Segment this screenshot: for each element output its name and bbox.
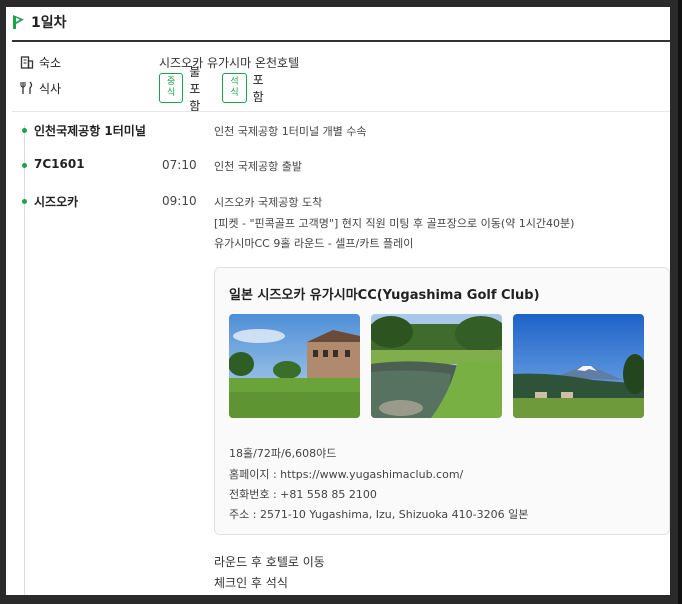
brand-logo-icon <box>13 15 24 29</box>
course-spec: 18홀/72파/6,608야드 <box>229 447 337 460</box>
lodging-label: 숙소 <box>39 55 62 70</box>
checkin-text: 체크인 후 석식 <box>214 576 288 590</box>
timeline-dot <box>22 199 27 204</box>
lunch-value: 불포함 <box>189 64 201 113</box>
utensils-icon <box>20 81 33 94</box>
after-round-text: 라운드 후 호텔로 이동 <box>214 555 325 569</box>
day-title: 1일차 <box>31 15 67 31</box>
step-place: 시즈오카 <box>34 195 79 209</box>
card-title: 일본 시즈오카 유가시마CC(Yugashima Golf Club) <box>229 288 540 303</box>
step-place: 7C1601 <box>34 157 85 171</box>
lunch-tag: 중식 <box>159 73 184 103</box>
phone-number: 전화번호 : +81 558 85 2100 <box>229 488 377 501</box>
meal-list: 중식 불포함 석식 포함 <box>159 63 280 114</box>
meal-label: 식사 <box>39 81 62 96</box>
day-header: 1일차 <box>12 11 67 33</box>
itinerary-panel: 1일차 숙소 시즈오카 유가시마 온천호텔 식사 중식 불포함 석식 포함 인천… <box>6 7 670 595</box>
timeline-dot <box>22 163 27 168</box>
step-time: 07:10 <box>162 158 197 172</box>
address: 주소 : 2571-10 Yugashima, Izu, Shizuoka 41… <box>229 508 529 521</box>
header-divider <box>12 40 670 42</box>
clubhouse-photo[interactable] <box>229 314 360 418</box>
timeline-line <box>24 125 25 595</box>
step-description: 인천 국제공항 출발 <box>214 160 302 173</box>
step-description: 유가시마CC 9홀 라운드 - 셀프/카트 플레이 <box>214 237 414 250</box>
step-description: 인천 국제공항 1터미널 개별 수속 <box>214 125 367 138</box>
dinner-value: 포함 <box>252 73 264 104</box>
meal-row: 식사 중식 불포함 석식 포함 <box>20 65 264 113</box>
dinner-tag: 석식 <box>222 73 247 103</box>
homepage-link[interactable]: 홈페이지 : https://www.yugashimaclub.com/ <box>229 466 463 482</box>
building-icon <box>20 56 34 69</box>
step-description: [피켓 - "핀콕골프 고객명"] 현지 직원 미팅 후 골프장으로 이동(약 … <box>214 217 575 230</box>
pond-photo[interactable] <box>371 314 502 418</box>
timeline-dot <box>22 128 27 133</box>
lodging-row: 숙소 시즈오카 유가시마 온천호텔 <box>20 51 299 73</box>
step-description: 시즈오카 국제공항 도착 <box>214 196 323 209</box>
section-divider <box>12 111 670 112</box>
window-edge <box>678 0 682 604</box>
step-time: 09:10 <box>162 194 197 208</box>
mount-fuji-photo[interactable] <box>513 314 644 418</box>
step-place: 인천국제공항 1터미널 <box>34 124 146 138</box>
golf-club-card: 일본 시즈오카 유가시마CC(Yugashima Golf Club) 18홀/… <box>214 267 670 535</box>
